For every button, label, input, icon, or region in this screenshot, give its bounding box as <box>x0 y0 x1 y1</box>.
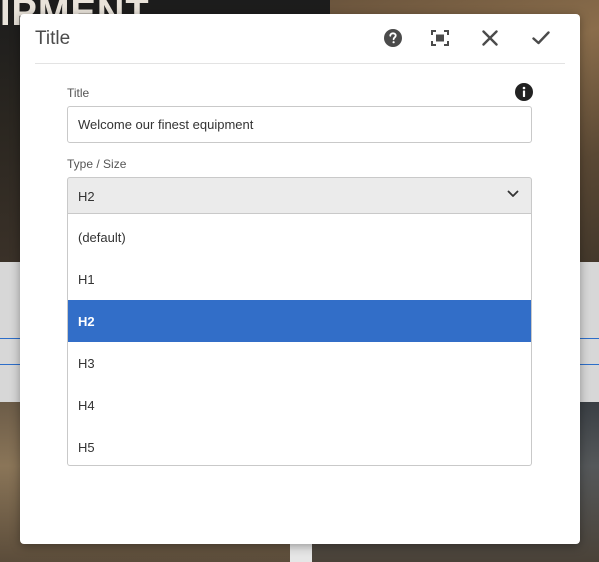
checkmark-icon <box>532 31 550 45</box>
close-button[interactable] <box>476 24 504 52</box>
title-input[interactable] <box>67 106 532 143</box>
option-h2[interactable]: H2 <box>68 300 531 342</box>
option-h1[interactable]: H1 <box>68 258 531 300</box>
fullscreen-button[interactable] <box>426 24 454 52</box>
type-size-label: Type / Size <box>67 157 127 171</box>
option-h3[interactable]: H3 <box>68 342 531 384</box>
option-default[interactable]: (default) <box>68 216 531 258</box>
chevron-down-icon <box>507 190 519 197</box>
help-button[interactable] <box>379 24 407 52</box>
done-button[interactable] <box>527 24 555 52</box>
title-field-label: Title <box>67 86 90 100</box>
type-size-select[interactable]: H2 <box>67 177 532 214</box>
type-size-selected-value: H2 <box>78 189 95 204</box>
option-h5[interactable]: H5 <box>68 426 531 468</box>
help-icon <box>384 29 402 47</box>
close-icon <box>482 30 498 46</box>
title-dialog: Title Title Welcome our finest equipment… <box>20 14 580 544</box>
option-h4[interactable]: H4 <box>68 384 531 426</box>
info-icon[interactable] <box>515 83 533 101</box>
dialog-title: Title <box>35 28 71 49</box>
fullscreen-icon <box>431 30 449 46</box>
dialog-header: Title <box>35 14 565 64</box>
type-size-options: (default) H1 H2 H3 H4 H5 <box>67 214 532 466</box>
